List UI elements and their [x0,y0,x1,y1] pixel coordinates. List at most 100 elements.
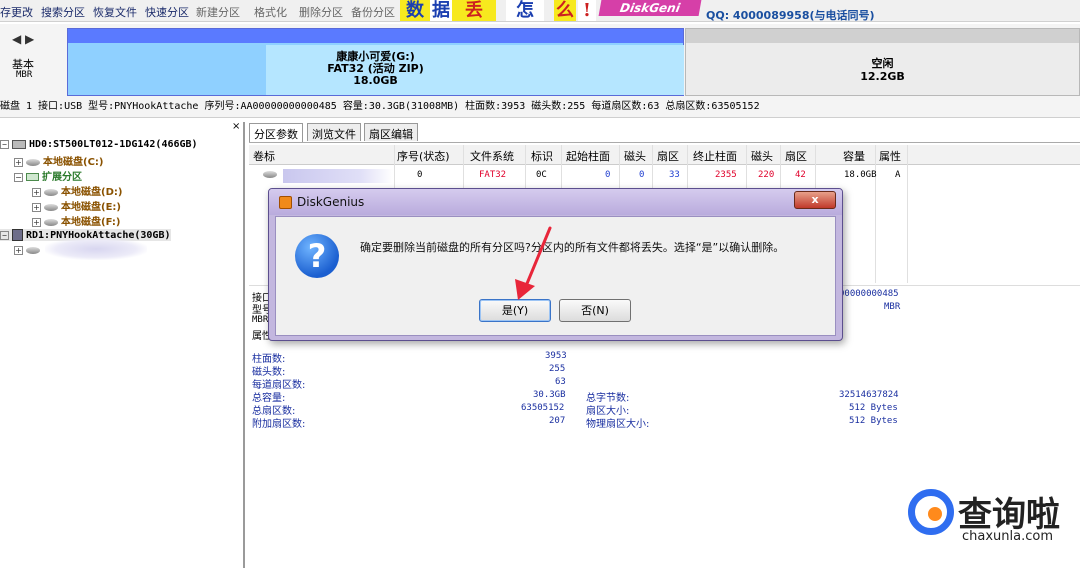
tree-node-f[interactable]: + 本地磁盘(F:) [32,213,120,228]
disk-info-bar: 磁盘 1 接口:USB 型号:PNYHookAttache 序列号:AA0000000… [0,100,1080,118]
cell-attr: A [895,170,901,180]
banner-char: 么 [554,0,576,21]
detail-total-bytes: 32514637824 [839,390,899,400]
volume-icon [44,218,58,226]
col-header[interactable]: 文件系统 [470,148,514,164]
info-spt: 每道扇区数:63 [591,101,660,112]
detail-sector-size: 512 Bytes [849,403,898,413]
quick-partition-button[interactable]: 快速分区 [145,4,189,20]
col-header[interactable]: 扇区 [785,148,807,164]
format-button[interactable]: 格式化 [254,4,287,20]
volume-icon [26,158,40,166]
no-button[interactable]: 否(N) [559,299,631,322]
search-partition-button[interactable]: 搜索分区 [41,4,85,20]
info-model: 型号:PNYHookAttache [88,101,199,112]
col-header[interactable]: 序号(状态) [397,148,450,164]
disk-map: ◀ ▶ 基本 MBR 康康小可爱(G:) FAT32 (活动 ZIP) 18.0… [0,24,1080,100]
cell-id: 0C [536,170,547,180]
info-serial: 序列号:AA00000000000485 [204,101,337,112]
partition-size: 18.0GB [353,74,398,87]
tree-node-extended[interactable]: − 扩展分区 [14,168,82,183]
diskgenius-logo-icon [279,196,292,209]
tree-node-e[interactable]: + 本地磁盘(E:) [32,198,121,213]
detail-label: 物理扇区大小: [586,419,650,430]
info-cylinders: 柱面数:3953 [465,101,526,112]
info-interface: 接口:USB [38,101,83,112]
detail-cylinders: 3953 [545,351,567,361]
tab-browse-files[interactable]: 浏览文件 [307,123,361,141]
cell-fs: FAT32 [479,170,507,180]
backup-partition-button[interactable]: 备份分区 [351,4,395,20]
detail-extra-sectors: 207 [549,416,566,426]
detail-phys-sector: 512 Bytes [849,416,898,426]
col-header[interactable]: 扇区 [657,148,679,164]
toolbar: 存更改 搜索分区 恢复文件 快速分区 新建分区 格式化 删除分区 备份分区 数 … [0,0,1080,22]
detail-heads: 255 [549,364,566,374]
col-header[interactable]: 磁头 [751,148,773,164]
tab-sector-edit[interactable]: 扇区编辑 [364,123,418,141]
ad-banner[interactable]: 数 据 丢 怎 么 ! DiskGeni QQ: 4000089958(与电话同… [398,0,875,21]
collapse-icon[interactable]: − [0,139,9,149]
tree-node-d[interactable]: + 本地磁盘(D:) [32,183,122,198]
banner-char: 丢 [452,0,496,21]
partition-g-block[interactable]: 康康小可爱(G:) FAT32 (活动 ZIP) 18.0GB [67,28,684,96]
recover-files-button[interactable]: 恢复文件 [93,4,137,20]
confirm-delete-dialog: DiskGenius x ? 确定要删除当前磁盘的所有分区吗?分区内的所有文件都… [268,188,843,341]
volume-icon [44,203,58,211]
free-space-block[interactable]: 空闲 12.2GB [685,28,1080,96]
expand-icon[interactable]: + [14,245,23,255]
expand-icon[interactable]: + [32,187,41,197]
extended-partition-icon [26,173,39,181]
detail-label: MBR [252,315,269,325]
cell-start-head: 0 [639,170,645,180]
expand-icon[interactable]: + [32,217,41,227]
expand-icon[interactable]: + [14,157,23,167]
tree-node-rd1-volume[interactable]: + [14,245,43,256]
tree-node-hd0[interactable]: − HD0:ST500LT012-1DG142(466GB) [0,139,198,150]
disk-tree: × − HD0:ST500LT012-1DG142(466GB) + 本地磁盘(C:… [0,121,245,568]
cell-start-cyl: 0 [605,170,611,180]
dialog-close-button[interactable]: x [794,191,836,209]
disk-nav-arrows-icon[interactable]: ◀ ▶ [12,32,34,46]
col-header[interactable]: 容量 [843,148,865,164]
cell-end-cyl: 2355 [715,170,737,180]
detail-label: 附加扇区数: [252,419,306,430]
col-header[interactable]: 卷标 [253,148,275,164]
col-header[interactable]: 属性 [879,148,901,164]
dialog-message: 确定要删除当前磁盘的所有分区吗?分区内的所有文件都将丢失。选择“是”以确认删除。 [360,241,785,254]
yes-button[interactable]: 是(Y) [479,299,551,322]
save-changes-button[interactable]: 存更改 [0,4,33,20]
tree-node-c[interactable]: + 本地磁盘(C:) [14,153,103,168]
cell-capacity: 18.0GB [844,170,877,180]
banner-char: ! [578,0,596,21]
expand-icon[interactable]: + [32,202,41,212]
tree-label: 本地磁盘(D:) [61,187,123,198]
watermark: 查询啦 chaxunla.com [900,483,1076,549]
question-icon: ? [295,234,339,278]
tree-close-icon[interactable]: × [232,121,240,132]
hard-disk-icon [12,139,26,149]
volume-icon [263,171,277,178]
cell-end-sector: 42 [795,170,806,180]
banner-char: 据 [430,0,452,21]
info-total-sectors: 总扇区数:63505152 [665,101,760,112]
col-header[interactable]: 终止柱面 [693,148,737,164]
redacted-volume-label [283,169,393,183]
tab-partition-params[interactable]: 分区参数 [249,123,303,142]
collapse-icon[interactable]: − [0,230,9,240]
tree-label: 本地磁盘(F:) [61,217,121,228]
cell-index: 0 [417,170,423,180]
col-header[interactable]: 起始柱面 [566,148,610,164]
col-header[interactable]: 标识 [531,148,553,164]
tree-label: HD0:ST500LT012-1DG142(466GB) [29,139,198,150]
detail-capacity: 30.3GB [533,390,566,400]
cell-end-head: 220 [758,170,775,180]
disk-style-label: MBR [16,70,33,80]
col-header[interactable]: 磁头 [624,148,646,164]
dialog-title-bar[interactable]: DiskGenius x [269,189,842,215]
detail-value: MBR [884,302,901,312]
collapse-icon[interactable]: − [14,172,23,182]
table-header: 卷标 序号(状态) 文件系统 标识 起始柱面 磁头 扇区 终止柱面 磁头 扇区 … [249,145,1080,165]
delete-partition-button[interactable]: 删除分区 [299,4,343,20]
new-partition-button[interactable]: 新建分区 [196,4,240,20]
